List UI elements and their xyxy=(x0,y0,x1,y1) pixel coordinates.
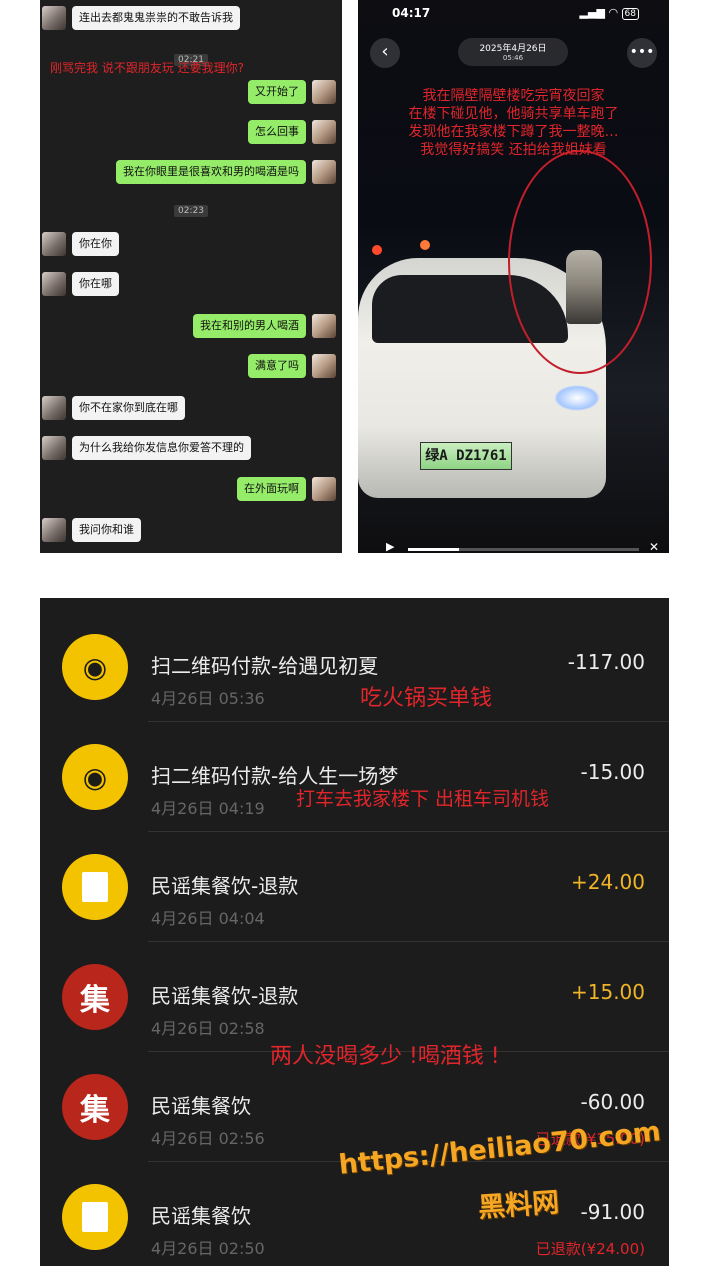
transaction-title: 扫二维码付款-给遇见初夏 xyxy=(151,654,379,678)
avatar[interactable] xyxy=(42,396,66,420)
wifi-icon: ◠ xyxy=(608,6,619,19)
merchant-logo-icon: 集 xyxy=(62,1074,128,1140)
chat-message: 我在和别的男人喝酒 xyxy=(187,314,336,338)
message-bubble: 我在你眼里是很喜欢和男的喝酒是吗 xyxy=(116,160,306,184)
message-bubble: 我在和别的男人喝酒 xyxy=(193,314,306,338)
transaction-amount: +15.00 xyxy=(570,980,645,1004)
receipt-icon xyxy=(62,1184,128,1250)
message-bubble: 你不在家你到底在哪 xyxy=(72,396,185,420)
chat-screenshot: 连出去都鬼鬼祟祟的不敢告诉我 02:21 刚骂完我 说不跟朋友玩 还要我理你? … xyxy=(40,0,342,553)
receipt-icon xyxy=(62,854,128,920)
avatar[interactable] xyxy=(42,518,66,542)
transaction-amount: -117.00 xyxy=(567,650,645,674)
watermark-name: 黑料网 xyxy=(477,1187,561,1224)
avatar[interactable] xyxy=(42,6,66,30)
play-icon[interactable]: ▶ xyxy=(386,540,394,553)
transaction-row[interactable]: 民谣集餐饮-退款 4月26日 04:04 +24.00 xyxy=(40,832,669,942)
transaction-row[interactable]: ◉ 扫二维码付款-给人生一场梦 4月26日 04:19 -15.00 xyxy=(40,722,669,832)
status-time: 04:17 xyxy=(392,6,431,20)
transaction-date: 4月26日 04:04 xyxy=(151,909,265,928)
battery-icon: 68 xyxy=(621,8,639,20)
chat-message: 怎么回事 xyxy=(242,120,336,144)
transaction-date: 4月26日 04:19 xyxy=(151,799,265,818)
annotation-text: 刚骂完我 说不跟朋友玩 还要我理你? xyxy=(50,61,244,75)
annotation-drinks: 两人没喝多少 !喝酒钱 ! xyxy=(270,1044,500,1069)
avatar[interactable] xyxy=(42,436,66,460)
refund-note: 已退款(¥24.00) xyxy=(535,1240,645,1258)
video-time: 05:46 xyxy=(502,54,524,62)
more-options-button[interactable]: ••• xyxy=(627,38,657,68)
message-bubble: 在外面玩啊 xyxy=(237,477,306,501)
merchant-logo-icon: 集 xyxy=(62,964,128,1030)
message-bubble: 又开始了 xyxy=(248,80,306,104)
chat-message: 为什么我给你发信息你爱答不理的 xyxy=(42,436,257,460)
message-bubble: 满意了吗 xyxy=(248,354,306,378)
annotation-line: 我在隔壁隔壁楼吃完宵夜回家 xyxy=(422,88,605,104)
license-plate: 绿A DZ1761 xyxy=(420,442,512,470)
annotation-line: 在楼下碰见他，他骑共享单车跑了 xyxy=(408,106,619,122)
street-light xyxy=(372,245,382,255)
message-bubble: 我问你和谁 xyxy=(72,518,141,542)
annotation-taxi: 打车去我家楼下 出租车司机钱 xyxy=(296,788,550,810)
avatar[interactable] xyxy=(312,477,336,501)
money-bag-icon: ◉ xyxy=(62,634,128,700)
close-icon[interactable]: ✕ xyxy=(649,540,659,553)
message-bubble: 为什么我给你发信息你爱答不理的 xyxy=(72,436,251,460)
chat-message: 又开始了 xyxy=(242,80,336,104)
transaction-title: 民谣集餐饮-退款 xyxy=(151,984,299,1008)
message-bubble: 连出去都鬼鬼祟祟的不敢告诉我 xyxy=(72,6,240,30)
transaction-amount: -15.00 xyxy=(580,760,645,784)
transaction-date: 4月26日 02:56 xyxy=(151,1129,265,1148)
highlight-circle xyxy=(508,150,652,374)
avatar[interactable] xyxy=(312,160,336,184)
message-bubble: 怎么回事 xyxy=(248,120,306,144)
transaction-title: 民谣集餐饮 xyxy=(151,1094,251,1118)
transaction-amount: -91.00 xyxy=(580,1200,645,1224)
avatar[interactable] xyxy=(312,80,336,104)
headlight xyxy=(554,385,600,411)
date-pill: 2025年4月26日 05:46 xyxy=(458,38,568,66)
transaction-row[interactable]: 集 民谣集餐饮-退款 4月26日 02:58 +15.00 xyxy=(40,942,669,1052)
chat-message: 连出去都鬼鬼祟祟的不敢告诉我 xyxy=(42,6,246,30)
message-bubble: 你在哪 xyxy=(72,272,119,296)
signal-icon: ▂▄▆ xyxy=(579,6,605,19)
annotation-hotpot: 吃火锅买单钱 xyxy=(360,686,493,711)
avatar[interactable] xyxy=(42,232,66,256)
chat-message: 你在你 xyxy=(42,232,125,256)
video-screenshot: 04:17 ▂▄▆ ◠ 68 ‹ 2025年4月26日 05:46 ••• 绿A… xyxy=(358,0,669,553)
chat-message: 你不在家你到底在哪 xyxy=(42,396,191,420)
chat-message: 在外面玩啊 xyxy=(231,477,336,501)
avatar[interactable] xyxy=(312,314,336,338)
annotation-line: 我觉得好搞笑 还拍给我姐妹看 xyxy=(420,142,607,158)
status-icons: ▂▄▆ ◠ 68 xyxy=(579,6,639,20)
video-date: 2025年4月26日 xyxy=(479,44,547,54)
money-bag-icon: ◉ xyxy=(62,744,128,810)
street-light xyxy=(420,240,430,250)
chat-message: 满意了吗 xyxy=(242,354,336,378)
message-bubble: 你在你 xyxy=(72,232,119,256)
chat-message: 我在你眼里是很喜欢和男的喝酒是吗 xyxy=(110,160,336,184)
avatar[interactable] xyxy=(42,272,66,296)
chat-message: 你在哪 xyxy=(42,272,125,296)
transaction-date: 4月26日 02:50 xyxy=(151,1239,265,1258)
transaction-amount: +24.00 xyxy=(570,870,645,894)
chat-message: 我问你和谁 xyxy=(42,518,147,542)
avatar[interactable] xyxy=(312,354,336,378)
timestamp: 02:23 xyxy=(174,205,208,217)
annotation-line: 发现他在我家楼下蹲了我一整晚… xyxy=(408,124,619,140)
transaction-list: ◉ 扫二维码付款-给遇见初夏 4月26日 05:36 -117.00 ◉ 扫二维… xyxy=(40,598,669,1266)
back-button[interactable]: ‹ xyxy=(370,38,400,68)
transaction-amount: -60.00 xyxy=(580,1090,645,1114)
transaction-title: 民谣集餐饮-退款 xyxy=(151,874,299,898)
transaction-date: 4月26日 02:58 xyxy=(151,1019,265,1038)
avatar[interactable] xyxy=(312,120,336,144)
transaction-title: 民谣集餐饮 xyxy=(151,1204,251,1228)
transaction-row[interactable]: ◉ 扫二维码付款-给遇见初夏 4月26日 05:36 -117.00 xyxy=(40,612,669,722)
transaction-date: 4月26日 05:36 xyxy=(151,689,265,708)
video-progress-bar[interactable] xyxy=(408,548,639,551)
